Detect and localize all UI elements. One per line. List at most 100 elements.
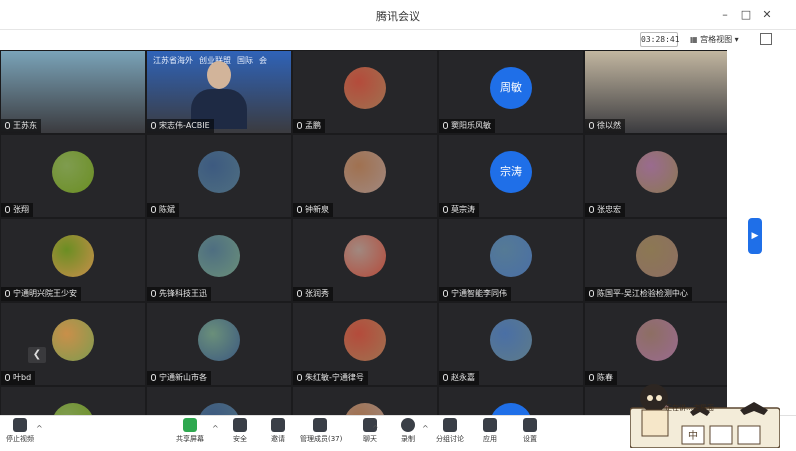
chevron-up-icon[interactable]: ^ [422,424,429,433]
participant-tile[interactable] [146,386,292,415]
shield-icon [233,418,247,432]
microphone-icon [297,122,302,129]
participant-namebar: 张翔 [1,203,33,217]
participant-avatar [344,235,386,277]
participant-avatar [636,151,678,193]
participant-avatar [52,235,94,277]
participant-namebar: 朱红敏-宁通律号 [293,371,368,385]
control-label: 录制 [401,435,415,443]
participant-namebar: 孟鹏 [293,119,325,133]
chevron-up-icon[interactable]: ^ [36,424,43,433]
view-switch-button[interactable]: ▦ 宫格视图 ▾ [690,32,739,47]
maximize-icon[interactable]: □ [739,8,753,22]
microphone-icon [589,290,594,297]
participant-tile[interactable]: 宗涛莫宗涛 [438,134,584,218]
participant-tile[interactable]: 宁通新山市各 [146,302,292,386]
participant-avatar [198,403,240,415]
participant-tile[interactable]: 陈斌 [146,134,292,218]
participant-name: 莫宗涛 [451,205,475,214]
microphone-icon [297,290,302,297]
participant-avatar [636,235,678,277]
mascot-caption: 正在讲…主界面 [665,404,714,412]
microphone-icon [443,290,448,297]
participant-tile[interactable]: 朱红敏-宁通律号 [292,302,438,386]
participant-avatar [198,235,240,277]
gear-icon [523,418,537,432]
participant-name: 孟鹏 [305,121,321,130]
banner-text: 江苏省海外 [153,56,193,65]
members-button[interactable]: 管理成员(37) [300,418,343,444]
participant-avatar [636,319,678,361]
breakout-button[interactable]: 分组讨论 [430,418,470,444]
microphone-icon [5,290,10,297]
control-label: 分组讨论 [436,435,464,443]
control-label: 设置 [523,435,537,443]
participant-tile[interactable]: 徐以然 [584,50,727,134]
participant-tile[interactable]: 张忠宏 [584,134,727,218]
participant-tile[interactable]: 张润秀 [292,218,438,302]
participant-tile[interactable]: 陈春 [584,302,727,386]
participant-avatar [344,151,386,193]
chevron-up-icon[interactable]: ^ [212,424,219,433]
participant-namebar: 张润秀 [293,287,333,301]
control-label: 停止视频 [6,435,34,443]
participant-namebar: 陈斌 [147,203,179,217]
invite-button[interactable]: 邀请 [258,418,298,444]
participant-tile[interactable] [0,386,146,415]
participant-tile[interactable]: 钟新泉 [292,134,438,218]
banner-text: 会 [259,56,267,65]
participant-tile[interactable]: 叶bd [0,302,146,386]
participant-tile[interactable]: 先锋科技王迅 [146,218,292,302]
participant-name: 陈春 [597,373,613,382]
gear-button[interactable]: 设置 [510,418,550,444]
participant-tile[interactable]: 宁通智能李同伟 [438,218,584,302]
participant-name: 陈国平-吴江检验检测中心 [597,289,688,298]
meeting-window: 腾讯会议 – □ ✕ 03:28:41 ▦ 宫格视图 ▾ 王苏东江苏省海外创业联… [0,0,796,451]
participant-namebar: 王苏东 [1,119,41,133]
share-screen-button[interactable]: 共享屏幕 [170,418,210,444]
participant-tile[interactable]: 江苏省海外创业联盟国际会宋志伟-ACBIE [146,50,292,134]
participant-tile[interactable]: 孟鹏 [292,50,438,134]
participant-tile[interactable]: 宁通明兴院王少安 [0,218,146,302]
participant-name: 宁通智能李同伟 [451,289,507,298]
participant-avatar [344,67,386,109]
microphone-icon [151,206,156,213]
participant-tile[interactable]: 王苏东 [0,50,146,134]
participant-namebar: 莫宗涛 [439,203,479,217]
participant-tile[interactable]: 赵永嘉 [438,302,584,386]
microphone-icon [151,122,156,129]
chevron-up-icon[interactable]: ^ [372,424,379,433]
participant-avatar: 宗涛 [490,151,532,193]
expand-panel-icon[interactable]: ▶ [748,218,762,254]
participant-tile[interactable]: 周敏 窦阳乐风敏 [438,50,584,134]
fullscreen-icon[interactable] [760,33,772,45]
participant-namebar: 陈国平-吴江检验检测中心 [585,287,692,301]
control-label: 管理成员(37) [300,435,343,443]
participant-avatar [198,151,240,193]
participant-grid: 王苏东江苏省海外创业联盟国际会宋志伟-ACBIE孟鹏周敏窦阳乐风敏徐以然张翔陈斌… [0,50,727,415]
microphone-icon [151,290,156,297]
participant-avatar [52,151,94,193]
participant-namebar: 先锋科技王迅 [147,287,211,301]
chat-button[interactable]: 聊天 [350,418,390,444]
minimize-icon[interactable]: – [718,8,732,22]
view-label: 宫格视图 [700,35,733,44]
participant-tile[interactable]: 正 [438,386,584,415]
shield-button[interactable]: 安全 [220,418,260,444]
participant-avatar [490,319,532,361]
apps-button[interactable]: 应用 [470,418,510,444]
participant-name: 宁通明兴院王少安 [13,289,77,298]
video-button[interactable]: 停止视频 [0,418,40,444]
participant-avatar: 正 [490,403,532,415]
previous-page-icon[interactable]: ❮ [28,347,46,363]
participant-tile[interactable] [292,386,438,415]
participant-namebar: 宋志伟-ACBIE [147,119,214,133]
breakout-icon [443,418,457,432]
close-icon[interactable]: ✕ [760,8,774,22]
control-label: 聊天 [363,435,377,443]
participant-tile[interactable]: 陈国平-吴江检验检测中心 [584,218,727,302]
participant-tile[interactable]: 张翔 [0,134,146,218]
participant-avatar [52,319,94,361]
microphone-icon [5,206,10,213]
participant-name: 王苏东 [13,121,37,130]
